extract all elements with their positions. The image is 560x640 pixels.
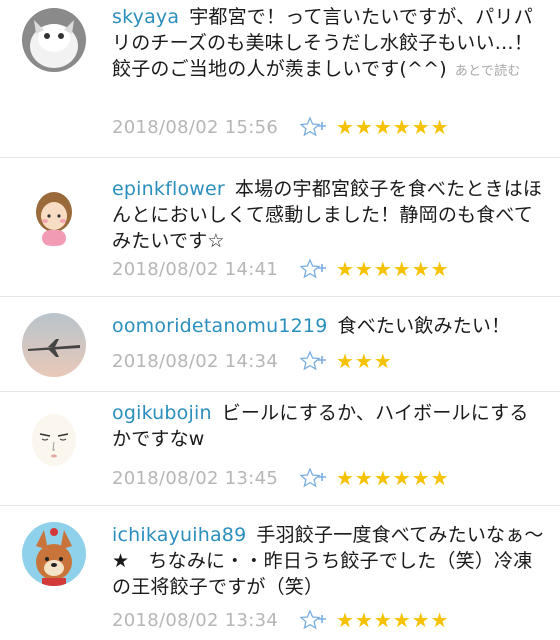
add-star-icon[interactable] [300, 350, 328, 372]
rating-star-icon: ★★★★★★ [336, 608, 450, 632]
avatar[interactable] [22, 406, 86, 470]
add-star-icon[interactable] [300, 258, 328, 280]
comment-content: 食べたい飲みたい！ [337, 315, 511, 337]
comment-meta: 2018/08/02 15:56 ★★★★★★ [112, 114, 450, 140]
username-link[interactable]: ogikubojin [112, 402, 212, 424]
timestamp[interactable]: 2018/08/02 14:34 [112, 351, 300, 372]
comment-meta: 2018/08/02 14:41 ★★★★★★ [112, 256, 450, 282]
comment-body: ogikubojin ビールにするか、ハイボールにするかですなw [112, 396, 546, 452]
comment-text: oomoridetanomu1219 食べたい飲みたい！ [112, 313, 546, 339]
comment-meta: 2018/08/02 13:45 ★★★★★★ [112, 465, 450, 491]
timestamp[interactable]: 2018/08/02 13:45 [112, 468, 300, 489]
comment-meta: 2018/08/02 13:34 ★★★★★★ [112, 607, 450, 633]
comment-item: epinkflower 本場の宇都宮餃子を食べたときはほんとにおいしくて感動しまし… [0, 158, 560, 297]
add-star-icon[interactable] [300, 116, 328, 138]
timestamp[interactable]: 2018/08/02 13:34 [112, 610, 300, 631]
timestamp[interactable]: 2018/08/02 15:56 [112, 117, 300, 138]
avatar[interactable] [22, 522, 86, 586]
comment-item: skyaya 宇都宮で！って言いたいですが、パリパリのチーズのも美味しそうだし水餃… [0, 0, 560, 158]
comment-item: ichikayuiha89 手羽餃子一度食べてみたいなぁ〜★ ちなみに・・昨日うち… [0, 506, 560, 640]
timestamp[interactable]: 2018/08/02 14:41 [112, 259, 300, 280]
rating-star-icon: ★★★ [336, 349, 393, 373]
rating-star-icon: ★★★★★★ [336, 466, 450, 490]
rating-star-icon: ★★★★★★ [336, 257, 450, 281]
comment-text: epinkflower 本場の宇都宮餃子を食べたときはほんとにおいしくて感動しまし… [112, 176, 546, 254]
comment-meta: 2018/08/02 14:34 ★★★ [112, 348, 393, 374]
username-link[interactable]: ichikayuiha89 [112, 524, 246, 546]
avatar[interactable] [22, 8, 86, 72]
comment-text: ichikayuiha89 手羽餃子一度食べてみたいなぁ〜★ ちなみに・・昨日うち… [112, 522, 546, 600]
add-star-icon[interactable] [300, 609, 328, 631]
read-later-link[interactable]: あとで読む [455, 64, 521, 79]
comment-body: epinkflower 本場の宇都宮餃子を食べたときはほんとにおいしくて感動しまし… [112, 162, 546, 254]
comment-item: oomoridetanomu1219 食べたい飲みたい！ 2018/08/02 1… [0, 297, 560, 392]
username-link[interactable]: epinkflower [112, 178, 225, 200]
username-link[interactable]: oomoridetanomu1219 [112, 315, 328, 337]
comment-text: ogikubojin ビールにするか、ハイボールにするかですなw [112, 400, 546, 452]
add-star-icon[interactable] [300, 467, 328, 489]
avatar[interactable] [22, 313, 86, 377]
avatar[interactable] [22, 182, 86, 246]
rating-star-icon: ★★★★★★ [336, 115, 450, 139]
comment-body: oomoridetanomu1219 食べたい飲みたい！ [112, 301, 546, 339]
comment-list: skyaya 宇都宮で！って言いたいですが、パリパリのチーズのも美味しそうだし水餃… [0, 0, 560, 640]
comment-body: ichikayuiha89 手羽餃子一度食べてみたいなぁ〜★ ちなみに・・昨日うち… [112, 510, 546, 600]
username-link[interactable]: skyaya [112, 6, 179, 28]
comment-text: skyaya 宇都宮で！って言いたいですが、パリパリのチーズのも美味しそうだし水餃… [112, 4, 546, 85]
comment-body: skyaya 宇都宮で！って言いたいですが、パリパリのチーズのも美味しそうだし水餃… [112, 4, 546, 85]
comment-item: ogikubojin ビールにするか、ハイボールにするかですなw 2018/08/… [0, 392, 560, 506]
